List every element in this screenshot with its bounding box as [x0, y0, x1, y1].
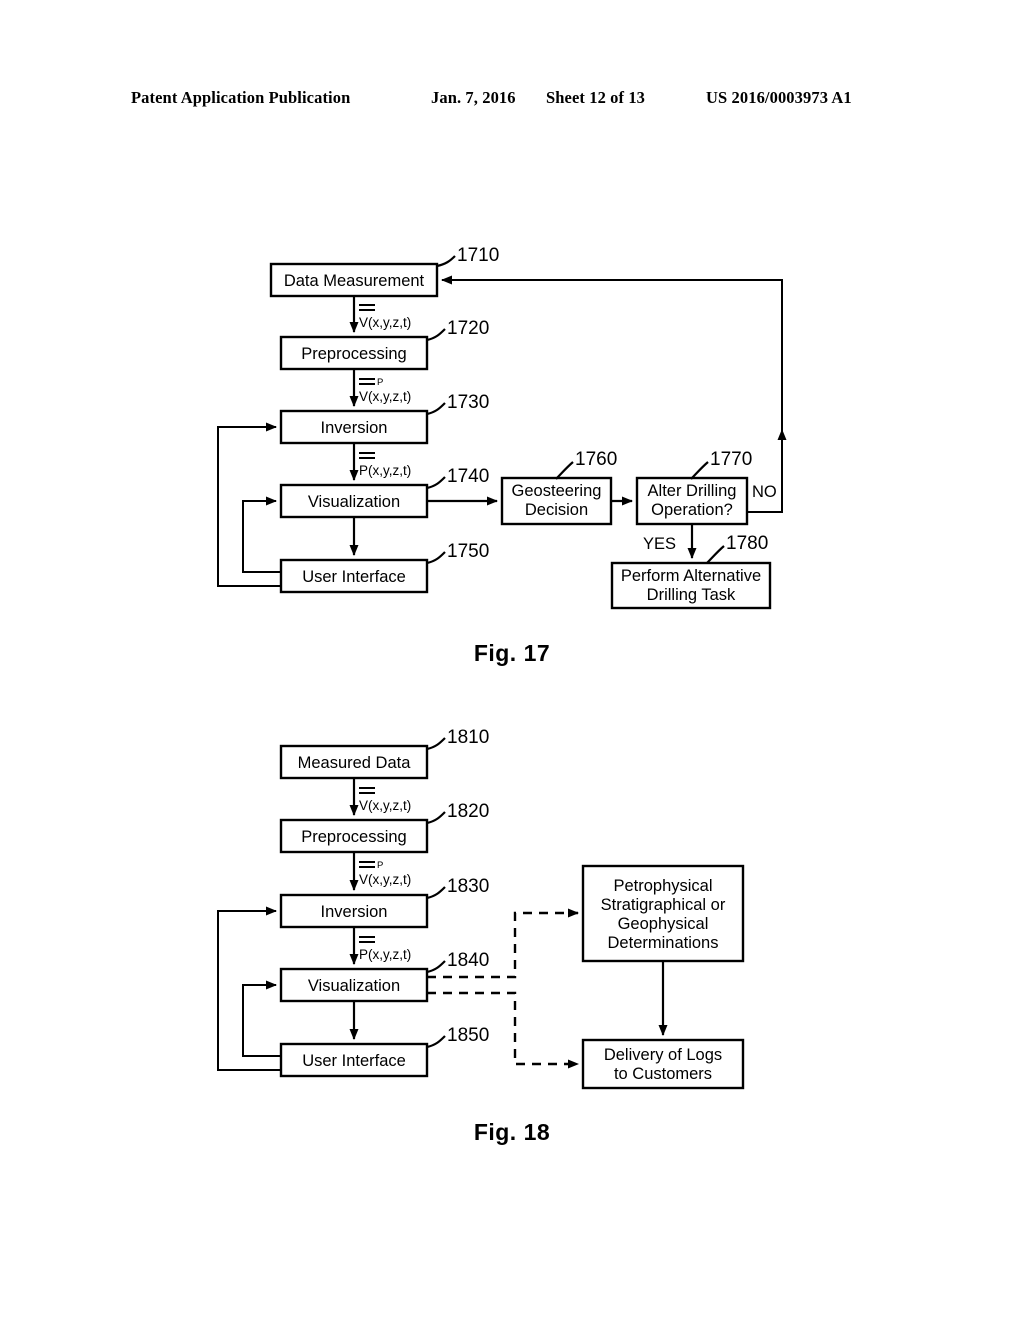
- node-label-1710: Data Measurement: [284, 272, 425, 290]
- leader-1780: [706, 545, 725, 564]
- figure-17: Data Measurement Preprocessing Inversion…: [0, 0, 1024, 640]
- node-label-petro-line3: Geophysical: [618, 915, 709, 933]
- node-label-1820: Preprocessing: [301, 828, 406, 846]
- leader-1770: [690, 461, 709, 480]
- node-label-delivery-line2: to Customers: [614, 1065, 712, 1083]
- node-label-1770-line2: Operation?: [651, 501, 733, 519]
- ref-number-1830: 1830: [447, 876, 489, 897]
- leader-1730: [426, 402, 446, 416]
- node-label-1740: Visualization: [308, 493, 400, 511]
- node-label-delivery-line1: Delivery of Logs: [604, 1046, 722, 1064]
- figure-18: Measured Data Preprocessing Inversion Vi…: [0, 700, 1024, 1120]
- ref-number-1710: 1710: [457, 245, 499, 266]
- node-data-measurement: Data Measurement: [269, 262, 439, 298]
- edge-label-expr-f1: V(x,y,z,t): [359, 798, 411, 813]
- node-label-petro-line4: Determinations: [608, 934, 719, 952]
- edge-label-expr-f3: P(x,y,z,t): [359, 947, 411, 962]
- edge-label-v-xyzt-1: V(x,y,z,t): [359, 304, 411, 330]
- node-label-1840: Visualization: [308, 977, 400, 995]
- node-preprocessing: Preprocessing: [279, 335, 429, 371]
- ref-number-1850: 1850: [447, 1025, 489, 1046]
- node-delivery-of-logs: Delivery of Logs to Customers: [581, 1038, 745, 1090]
- ref-number-1770: 1770: [710, 449, 752, 470]
- leader-1760: [555, 461, 574, 480]
- leader-1740: [426, 476, 446, 490]
- edge-label-p-xyzt-1: P(x,y,z,t): [359, 452, 411, 478]
- edge-label-v-xyzt-2: P V(x,y,z,t): [359, 377, 411, 404]
- leader-1850: [426, 1035, 446, 1049]
- node-preprocessing-18: Preprocessing: [279, 818, 429, 854]
- leader-1720: [426, 328, 446, 342]
- node-label-petro-line1: Petrophysical: [613, 877, 712, 895]
- ref-number-1750: 1750: [447, 541, 489, 562]
- node-geosteering-decision: Geosteering Decision: [500, 476, 613, 526]
- node-user-interface-18: User Interface: [279, 1042, 429, 1078]
- edge-label-expr-f2: V(x,y,z,t): [359, 872, 411, 887]
- leader-1840: [426, 960, 446, 974]
- node-visualization: Visualization: [279, 483, 429, 519]
- ref-number-1740: 1740: [447, 466, 489, 487]
- label-yes: YES: [643, 535, 676, 553]
- node-alter-drilling-operation: Alter Drilling Operation?: [635, 476, 749, 526]
- leader-1820: [426, 811, 446, 825]
- node-label-1760-line2: Decision: [525, 501, 588, 519]
- feedback-userinterface-to-inversion-18: [217, 906, 281, 1071]
- node-label-1830: Inversion: [321, 903, 388, 921]
- ref-number-1820: 1820: [447, 801, 489, 822]
- node-label-1720: Preprocessing: [301, 345, 406, 363]
- ref-number-1840: 1840: [447, 950, 489, 971]
- node-label-petro-line2: Stratigraphical or: [601, 896, 726, 914]
- node-label-1730: Inversion: [321, 419, 388, 437]
- node-label-1750: User Interface: [302, 568, 406, 586]
- feedback-userinterface-to-inversion: [217, 422, 281, 587]
- node-label-1810: Measured Data: [298, 754, 412, 772]
- node-label-1780-line1: Perform Alternative: [621, 567, 761, 585]
- node-label-1760-line1: Geosteering: [512, 482, 602, 500]
- feedback-userinterface-to-visualization: [242, 496, 281, 573]
- leader-1810: [426, 737, 446, 751]
- node-petrophysical-determinations: Petrophysical Stratigraphical or Geophys…: [581, 864, 745, 963]
- edge-label-v-xyzt-4: P V(x,y,z,t): [359, 860, 411, 887]
- edge-label-p-xyzt-2: P(x,y,z,t): [359, 936, 411, 962]
- edge-label-sup-f2: P: [377, 860, 383, 871]
- edge-label-expr-e1: V(x,y,z,t): [359, 315, 411, 330]
- leader-1750: [426, 551, 446, 565]
- node-inversion-18: Inversion: [279, 893, 429, 929]
- leader-1710: [436, 255, 456, 268]
- node-inversion: Inversion: [279, 409, 429, 445]
- feedback-userinterface-to-visualization-18: [242, 980, 281, 1057]
- leader-1830: [426, 886, 446, 900]
- node-measured-data: Measured Data: [279, 744, 429, 780]
- node-label-1850: User Interface: [302, 1052, 406, 1070]
- node-perform-alternative-drilling-task: Perform Alternative Drilling Task: [610, 561, 772, 610]
- ref-number-1730: 1730: [447, 392, 489, 413]
- ref-number-1780: 1780: [726, 533, 768, 554]
- node-visualization-18: Visualization: [279, 967, 429, 1003]
- node-label-1770-line1: Alter Drilling: [648, 482, 737, 500]
- node-label-1780-line2: Drilling Task: [647, 586, 736, 604]
- ref-number-1720: 1720: [447, 318, 489, 339]
- node-user-interface: User Interface: [279, 558, 429, 594]
- figure-17-caption: Fig. 17: [473, 640, 551, 666]
- patent-figure-page: Patent Application Publication Jan. 7, 2…: [0, 0, 1024, 1320]
- label-no: NO: [752, 483, 777, 501]
- edge-label-sup-e2: P: [377, 377, 383, 388]
- ref-number-1810: 1810: [447, 727, 489, 748]
- edge-label-expr-e2: V(x,y,z,t): [359, 389, 411, 404]
- ref-number-1760: 1760: [575, 449, 617, 470]
- figure-18-caption: Fig. 18: [473, 1119, 551, 1145]
- edge-label-v-xyzt-3: V(x,y,z,t): [359, 787, 411, 813]
- edge-label-expr-e3: P(x,y,z,t): [359, 463, 411, 478]
